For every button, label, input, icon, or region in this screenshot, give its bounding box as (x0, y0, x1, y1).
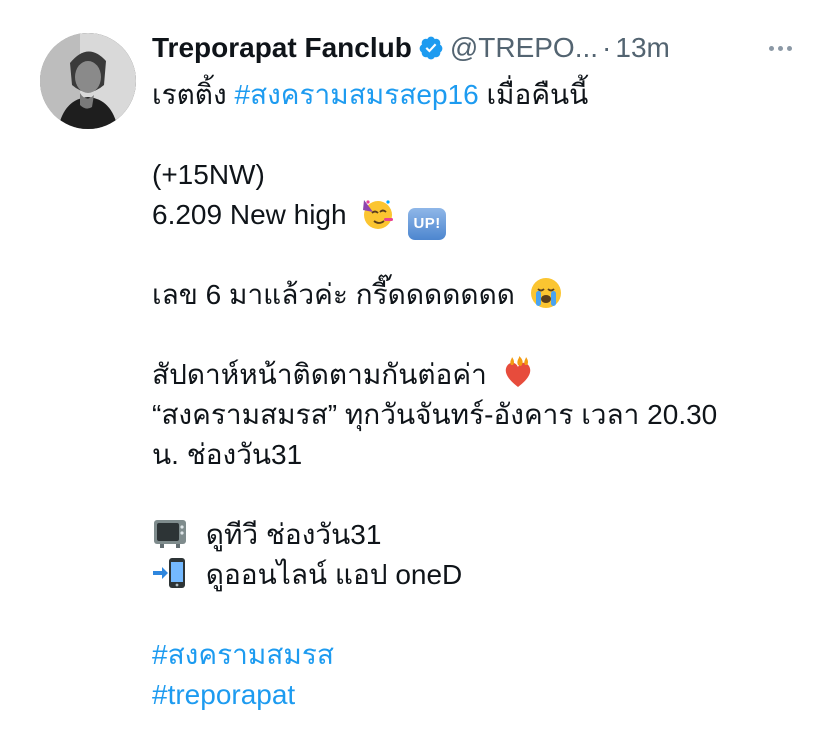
tweet-timestamp[interactable]: 13m (615, 26, 669, 70)
text-line: สัปดาห์หน้าติดตามกันต่อค่า (152, 355, 802, 395)
tweet-card[interactable]: Treporapat Fanclub @TREPO... · 13m เรตติ… (0, 0, 828, 746)
text-segment: ดูออนไลน์ แอป oneD (205, 559, 463, 590)
avatar[interactable] (40, 33, 136, 129)
author-name[interactable]: Treporapat Fanclub (152, 26, 412, 70)
heart-on-fire-emoji (505, 356, 530, 387)
text-line: (+15NW) (152, 159, 265, 190)
up-button-emoji: UP! (408, 208, 447, 240)
text-line: น. ช่องวัน31 (152, 439, 303, 470)
more-options-icon[interactable] (769, 26, 792, 70)
hashtag-link[interactable]: #สงครามสมรสep16 (234, 79, 478, 110)
partying-face-emoji (363, 200, 394, 229)
text-line: #treporapat (152, 675, 802, 715)
text-segment: 6.209 New high (152, 199, 347, 230)
author-handle[interactable]: @TREPO... (450, 26, 598, 70)
text-line: เรตติ้ง #สงครามสมรสep16 เมื่อคืนนี้ (152, 75, 802, 115)
loudly-crying-face-emoji (530, 278, 561, 308)
text-line: ดูทีวี ช่องวัน31 (152, 515, 802, 555)
verified-badge-icon (419, 36, 443, 60)
text-line: ดูออนไลน์ แอป oneD (152, 555, 802, 595)
television-emoji (154, 520, 186, 548)
text-line: 6.209 New high UP! (152, 195, 802, 240)
text-line: เลข 6 มาแล้วค่ะ กรี๊ดดดดดดด (152, 275, 802, 315)
tweet-text: เรตติ้ง #สงครามสมรสep16 เมื่อคืนนี้ (+15… (152, 75, 802, 715)
hashtag-link[interactable]: #สงครามสมรส (152, 639, 334, 670)
text-segment: ดูทีวี ช่องวัน31 (205, 519, 382, 550)
text-line: “สงครามสมรส” ทุกวันจันทร์-อังคาร เวลา 20… (152, 399, 718, 430)
text-segment: เลข 6 มาแล้วค่ะ กรี๊ดดดดดดด (152, 279, 515, 310)
tweet-header: Treporapat Fanclub @TREPO... · 13m (152, 26, 792, 70)
hashtag-link[interactable]: #treporapat (152, 679, 295, 710)
text-segment: สัปดาห์หน้าติดตามกันต่อค่า (152, 359, 487, 390)
text-segment: เรตติ้ง (152, 79, 227, 110)
text-line: #สงครามสมรส (152, 635, 802, 675)
separator-dot: · (602, 32, 612, 63)
text-segment: เมื่อคืนนี้ (486, 79, 589, 110)
mobile-phone-with-arrow-emoji (153, 558, 185, 588)
